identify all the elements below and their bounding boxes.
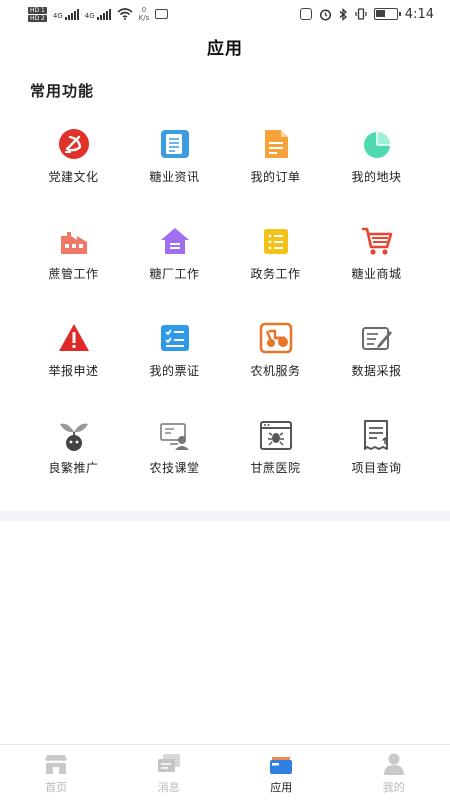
clock-time: 4:14 [404, 6, 434, 22]
shop-icon [42, 751, 70, 777]
app-farm-machinery[interactable]: 农机服务 [225, 320, 326, 417]
tab-label: 首页 [45, 780, 68, 794]
app-label: 蔗管工作 [48, 267, 99, 281]
app-seed-promotion[interactable]: 良繁推广 [23, 417, 124, 514]
app-cane-management[interactable]: 蔗管工作 [23, 223, 124, 320]
net-speed-value: 0 [141, 6, 147, 14]
app-report-complaint[interactable]: 举报申述 [23, 320, 124, 417]
app-sugar-news[interactable]: 糖业资讯 [124, 126, 225, 223]
hd-indicator: HD 1 HD 2 [28, 6, 47, 22]
checklist-icon [157, 320, 193, 356]
section-divider [0, 511, 450, 521]
net-speed: 0 K/s [139, 6, 150, 22]
shopping-cart-icon [359, 223, 395, 259]
user-icon [380, 751, 408, 777]
app-grid: 党建文化 糖业资讯 我的订单 我的地块 蔗管工作 糖厂工作 政务工作 糖业商城 … [23, 126, 427, 514]
classroom-icon [157, 417, 193, 453]
app-label: 我的订单 [250, 170, 301, 184]
app-government-affairs[interactable]: 政务工作 [225, 223, 326, 320]
app-sugar-mall[interactable]: 糖业商城 [326, 223, 427, 320]
page-header: 应用 [0, 28, 450, 64]
news-doc-icon [157, 126, 193, 162]
sig2-label: 4G [84, 11, 95, 20]
app-agri-classroom[interactable]: 农技课堂 [124, 417, 225, 514]
tab-label: 我的 [382, 780, 405, 794]
tab-label: 消息 [157, 780, 180, 794]
list-doc-icon [258, 223, 294, 259]
section-title: 常用功能 [30, 82, 95, 100]
app-label: 农机服务 [250, 364, 301, 378]
project-search-icon [359, 417, 395, 453]
hospital-bug-icon [258, 417, 294, 453]
signal-1-icon: 4G [52, 8, 79, 20]
gallery-notification-icon [155, 9, 169, 19]
sig1-label: 4G [52, 11, 63, 20]
app-label: 项目查询 [351, 461, 402, 475]
hd1-badge: HD 1 [28, 6, 47, 14]
app-project-search[interactable]: 项目查询 [326, 417, 427, 514]
app-label: 良繁推广 [48, 461, 99, 475]
order-doc-icon [258, 126, 294, 162]
app-label: 我的地块 [351, 170, 402, 184]
wifi-icon [117, 8, 133, 20]
factory-icon [56, 223, 92, 259]
app-label: 糖厂工作 [149, 267, 200, 281]
net-speed-unit: K/s [138, 14, 150, 22]
seedling-icon [56, 417, 92, 453]
app-my-plots[interactable]: 我的地块 [326, 126, 427, 223]
bottom-tab-bar: 首页 消息 应用 我的 [0, 744, 450, 800]
app-label: 党建文化 [48, 170, 99, 184]
hd2-badge: HD 2 [28, 14, 47, 22]
app-my-tickets[interactable]: 我的票证 [124, 320, 225, 417]
app-data-collection[interactable]: 数据采报 [326, 320, 427, 417]
message-icon [155, 751, 183, 777]
edit-report-icon [359, 320, 395, 356]
app-label: 举报申述 [48, 364, 99, 378]
pie-chart-icon [359, 126, 395, 162]
page-title: 应用 [207, 38, 243, 59]
app-sugarcane-hospital[interactable]: 甘蔗医院 [225, 417, 326, 514]
tab-messages[interactable]: 消息 [113, 745, 226, 800]
tab-home[interactable]: 首页 [0, 745, 113, 800]
app-party-culture[interactable]: 党建文化 [23, 126, 124, 223]
bluetooth-icon [339, 7, 347, 21]
tractor-icon [258, 320, 294, 356]
battery-icon [373, 8, 401, 20]
house-icon [157, 223, 193, 259]
app-label: 农技课堂 [149, 461, 200, 475]
signal-2-icon: 4G [84, 8, 111, 20]
app-label: 甘蔗医院 [250, 461, 301, 475]
app-sugar-mill[interactable]: 糖厂工作 [124, 223, 225, 320]
app-label: 政务工作 [250, 267, 301, 281]
tab-label: 应用 [270, 780, 293, 794]
party-emblem-icon [56, 126, 92, 162]
status-bar: HD 1 HD 2 4G 4G 0 K/s 4:14 [0, 0, 450, 28]
app-label: 我的票证 [149, 364, 200, 378]
nfc-icon [299, 8, 312, 20]
alarm-icon [319, 8, 331, 21]
app-label: 糖业商城 [351, 267, 402, 281]
tab-profile[interactable]: 我的 [338, 745, 450, 800]
app-my-orders[interactable]: 我的订单 [225, 126, 326, 223]
apps-icon [267, 751, 295, 777]
app-label: 数据采报 [351, 364, 402, 378]
app-label: 糖业资讯 [149, 170, 200, 184]
warning-triangle-icon [56, 320, 92, 356]
vibrate-icon [355, 8, 367, 20]
tab-apps[interactable]: 应用 [225, 745, 338, 800]
